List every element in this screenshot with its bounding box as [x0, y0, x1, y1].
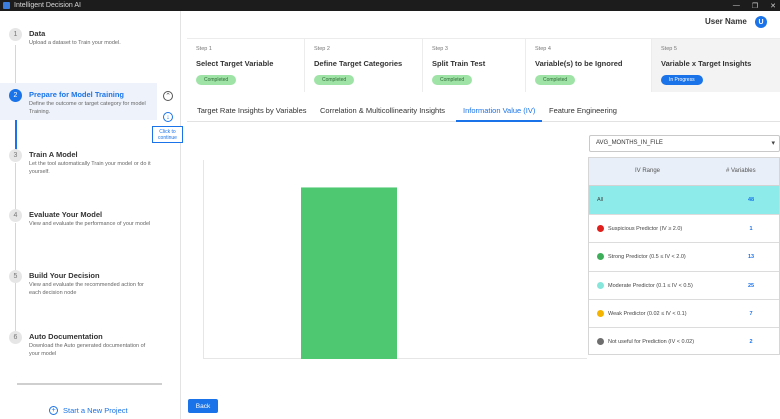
row-count[interactable]: 7: [747, 311, 755, 317]
variable-select-value: AVG_MONTHS_IN_FILE: [596, 140, 663, 146]
step-title: Data: [29, 29, 46, 38]
progress-step-number: Step 5: [661, 46, 677, 52]
progress-step-number: Step 3: [432, 46, 448, 52]
insight-tabs: Target Rate Insights by Variables Correl…: [187, 100, 780, 122]
progress-step-1[interactable]: Step 1 Select Target Variable Completed: [187, 39, 305, 92]
row-label: Suspicious Predictor (IV ≥ 2.0): [608, 225, 683, 232]
iv-row-moderate[interactable]: Moderate Predictor (0.1 ≤ IV < 0.5) 25: [589, 272, 779, 300]
iv-row-all[interactable]: All 48: [589, 186, 779, 215]
progress-stepper: Step 1 Select Target Variable Completed …: [187, 38, 780, 92]
step-number: 3: [9, 149, 22, 162]
iv-chart: [203, 160, 587, 359]
column-header-count: # Variables: [726, 168, 756, 174]
progress-step-name: Select Target Variable: [196, 59, 274, 68]
back-button[interactable]: Back: [188, 399, 218, 413]
step-title: Evaluate Your Model: [29, 210, 103, 219]
iv-row-weak[interactable]: Weak Predictor (0.02 ≤ IV < 0.1) 7: [589, 300, 779, 328]
teal-dot-icon: [597, 282, 604, 289]
step-number: 5: [9, 270, 22, 283]
step-description: Download the Auto generated documentatio…: [29, 343, 146, 357]
progress-step-number: Step 1: [196, 46, 212, 52]
iv-range-table: IV Range # Variables All 48 Suspicious P…: [588, 157, 780, 355]
step-description: Upload a dataset to Train your model.: [29, 40, 121, 46]
step-description: Define the outcome or target category fo…: [29, 101, 146, 115]
status-badge: Completed: [196, 75, 237, 85]
progress-step-5[interactable]: Step 5 Variable x Target Insights In Pro…: [652, 39, 780, 92]
row-count[interactable]: 1: [747, 226, 755, 232]
gray-dot-icon: [597, 338, 604, 345]
user-name[interactable]: User Name: [705, 17, 747, 26]
row-label: Strong Predictor (0.5 ≤ IV < 2.0): [608, 253, 686, 260]
progress-step-number: Step 2: [314, 46, 330, 52]
step-title: Prepare for Model Training: [29, 90, 125, 99]
active-tab-indicator: [456, 120, 542, 122]
avatar[interactable]: U: [755, 16, 767, 28]
row-count[interactable]: 2: [747, 339, 755, 345]
step-description: Let the tool automatically Train your mo…: [29, 161, 151, 175]
progress-step-4[interactable]: Step 4 Variable(s) to be Ignored Complet…: [526, 39, 652, 92]
status-badge: Completed: [432, 75, 473, 85]
progress-step-name: Split Train Test: [432, 59, 486, 68]
row-count[interactable]: 25: [747, 283, 755, 289]
iv-row-not-useful[interactable]: Not useful for Prediction (IV < 0.02) 2: [589, 328, 779, 355]
iv-row-suspicious[interactable]: Suspicious Predictor (IV ≥ 2.0) 1: [589, 215, 779, 243]
app-logo-icon: [3, 2, 10, 9]
step-description: View and evaluate the performance of you…: [29, 221, 151, 227]
tab-feature-engineering[interactable]: Feature Engineering: [549, 106, 617, 115]
tab-target-rate[interactable]: Target Rate Insights by Variables: [197, 106, 307, 115]
progress-step-3[interactable]: Step 3 Split Train Test Completed: [423, 39, 526, 92]
red-dot-icon: [597, 225, 604, 232]
continue-tooltip: Click to continue: [152, 126, 183, 143]
sidebar-divider: [17, 383, 162, 385]
chevron-down-icon: ▾: [771, 140, 775, 147]
step-description: View and evaluate the recommended action…: [29, 282, 144, 296]
row-label: All: [597, 197, 604, 203]
progress-step-name: Variable x Target Insights: [661, 59, 752, 68]
table-header: IV Range # Variables: [589, 158, 779, 186]
tab-correlation[interactable]: Correlation & Multicollinearity Insights: [320, 106, 445, 115]
window-title: Intelligent Decision AI: [14, 2, 81, 9]
step-connector: [15, 223, 16, 277]
progress-step-name: Variable(s) to be Ignored: [535, 59, 623, 68]
minimize-icon[interactable]: —: [733, 2, 740, 9]
step-connector: [15, 283, 16, 337]
plus-icon: +: [49, 406, 58, 415]
new-project-button[interactable]: + Start a New Project: [49, 406, 128, 415]
step-title: Train A Model: [29, 150, 78, 159]
row-label: Weak Predictor (0.02 ≤ IV < 0.1): [608, 310, 687, 317]
green-dot-icon: [597, 253, 604, 260]
step-number: 2: [9, 89, 22, 102]
close-icon[interactable]: ✕: [770, 2, 776, 10]
yellow-dot-icon: [597, 310, 604, 317]
expand-icon[interactable]: ⌃: [163, 91, 173, 101]
variable-select[interactable]: AVG_MONTHS_IN_FILE ▾: [589, 135, 780, 152]
continue-icon[interactable]: ↓: [163, 112, 173, 122]
row-label: Moderate Predictor (0.1 ≤ IV < 0.5): [608, 282, 693, 289]
step-number: 1: [9, 28, 22, 41]
window-titlebar: Intelligent Decision AI — ❐ ✕: [0, 0, 780, 11]
row-count[interactable]: 48: [747, 197, 755, 203]
tab-information-value[interactable]: Information Value (IV): [463, 106, 535, 115]
progress-step-2[interactable]: Step 2 Define Target Categories Complete…: [305, 39, 423, 92]
iv-chart-svg: [301, 187, 397, 359]
step-title: Build Your Decision: [29, 271, 100, 280]
step-number: 6: [9, 331, 22, 344]
new-project-label: Start a New Project: [63, 406, 128, 415]
sidebar: 1 Data Upload a dataset to Train your mo…: [0, 11, 183, 419]
row-count[interactable]: 13: [747, 254, 755, 260]
step-number: 4: [9, 209, 22, 222]
row-label: Not useful for Prediction (IV < 0.02): [608, 338, 695, 345]
status-badge: Completed: [535, 75, 576, 85]
chart-bar[interactable]: [301, 187, 397, 359]
iv-row-strong[interactable]: Strong Predictor (0.5 ≤ IV < 2.0) 13: [589, 243, 779, 272]
step-title: Auto Documentation: [29, 332, 103, 341]
column-header-range: IV Range: [635, 168, 661, 174]
status-badge: Completed: [314, 75, 355, 85]
restore-icon[interactable]: ❐: [752, 2, 758, 10]
progress-step-number: Step 4: [535, 46, 551, 52]
progress-step-name: Define Target Categories: [314, 59, 403, 68]
status-badge: In Progress: [661, 75, 703, 85]
step-connector: [15, 45, 16, 85]
